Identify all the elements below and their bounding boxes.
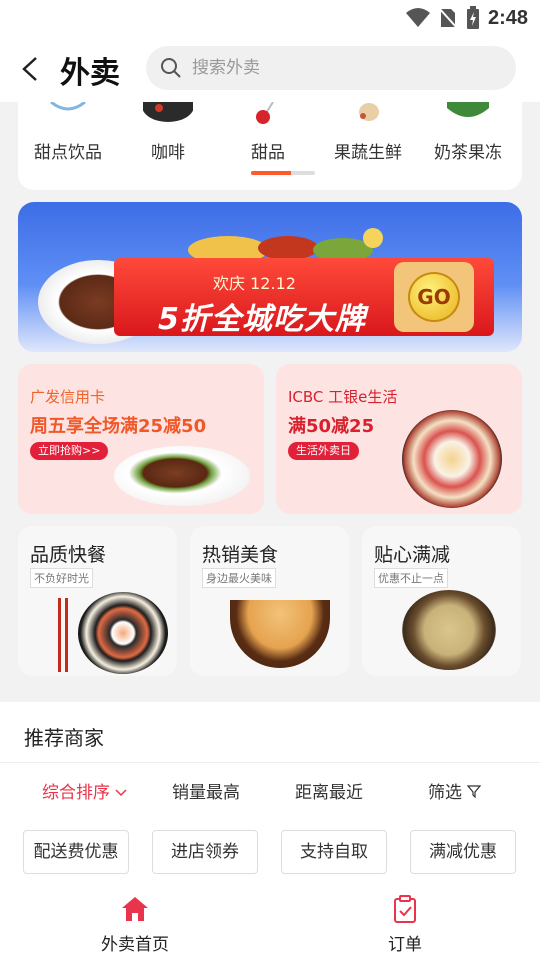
- category-item[interactable]: 奶茶果冻: [418, 102, 518, 190]
- category-label: 甜点饮品: [34, 143, 102, 163]
- go-button-label: GO: [408, 272, 460, 322]
- feature-title: 热销美食: [202, 544, 279, 566]
- sushi-platter-image: [78, 592, 168, 674]
- home-icon: [122, 897, 148, 921]
- delivery-day-tag[interactable]: 生活外卖日: [288, 442, 359, 460]
- banner-subtitle: 欢庆 12.12: [213, 274, 296, 293]
- category-label: 果蔬生鲜: [334, 143, 402, 163]
- produce-thumbnail: [343, 102, 393, 124]
- nav-home[interactable]: 外卖首页: [0, 888, 270, 960]
- category-label: 咖啡: [151, 143, 185, 163]
- promo-card-gdb[interactable]: 广发信用卡 周五享全场满25减50 立即抢购>>: [18, 364, 264, 514]
- dessert-thumbnail: [243, 101, 293, 124]
- filter-label: 筛选: [428, 783, 462, 803]
- feature-subtitle: 不负好时光: [30, 568, 93, 588]
- search-input[interactable]: [192, 46, 492, 90]
- chip-delivery-fee[interactable]: 配送费优惠: [23, 830, 129, 874]
- chevron-left-icon: [22, 57, 37, 81]
- header: 外卖: [0, 36, 540, 102]
- filter-button[interactable]: 筛选: [428, 778, 482, 803]
- platter-image: [402, 410, 502, 508]
- chip-self-pickup[interactable]: 支持自取: [281, 830, 387, 874]
- scroll-indicator-fill: [251, 171, 291, 175]
- feature-subtitle: 身边最火美味: [202, 568, 276, 588]
- page-title: 外卖: [60, 56, 120, 91]
- drink-thumbnail: [43, 100, 93, 124]
- nav-orders[interactable]: 订单: [270, 888, 540, 960]
- category-label: 奶茶果冻: [434, 143, 502, 163]
- category-item[interactable]: 果蔬生鲜: [318, 102, 418, 190]
- feature-card-hot-food[interactable]: 热销美食 身边最火美味: [190, 526, 349, 676]
- category-scroll-indicator: [251, 171, 315, 175]
- chopsticks-image: [58, 598, 68, 672]
- promo-headline: 周五享全场满25减50: [30, 416, 207, 437]
- category-label: 甜品: [251, 143, 285, 163]
- coffee-thumbnail: [142, 90, 194, 124]
- category-card: 甜点饮品 咖啡 甜品 果蔬生鲜 奶茶果冻: [18, 90, 522, 190]
- clipboard-check-icon: [394, 895, 416, 923]
- promo-kicker: ICBC 工银e生活: [288, 388, 398, 406]
- chip-discount[interactable]: 满减优惠: [410, 830, 516, 874]
- status-bar: 2:48: [0, 0, 540, 36]
- feature-title: 品质快餐: [30, 544, 107, 566]
- category-item[interactable]: 甜点饮品: [18, 100, 118, 190]
- feature-card-quality-meal[interactable]: 品质快餐 不负好时光: [18, 526, 177, 676]
- wifi-icon: [405, 8, 430, 27]
- sort-comprehensive[interactable]: 综合排序: [42, 778, 127, 803]
- promo-banner[interactable]: 欢庆 12.12 5折全城吃大牌 GO: [18, 202, 522, 352]
- no-sim-icon: [438, 7, 458, 29]
- promo-card-icbc[interactable]: ICBC 工银e生活 满50减25 生活外卖日: [276, 364, 522, 514]
- feature-card-discount[interactable]: 贴心满减 优惠不止一点: [362, 526, 521, 676]
- banner-title: 5折全城吃大牌: [158, 302, 366, 337]
- sort-distance[interactable]: 距离最近: [295, 778, 363, 803]
- chip-coupon[interactable]: 进店领券: [152, 830, 258, 874]
- search-icon: [161, 58, 181, 78]
- feature-title: 贴心满减: [374, 544, 451, 566]
- sort-sales[interactable]: 销量最高: [172, 778, 240, 803]
- food-illustration: [188, 228, 383, 260]
- chevron-down-icon: [115, 789, 127, 797]
- back-button[interactable]: [16, 54, 46, 84]
- nav-label: 外卖首页: [101, 935, 169, 955]
- category-item[interactable]: 咖啡: [118, 90, 218, 190]
- battery-charging-icon: [466, 6, 479, 29]
- status-time: 2:48: [487, 6, 528, 29]
- steak-salad-image: [114, 446, 250, 506]
- buy-now-tag[interactable]: 立即抢购>>: [30, 442, 109, 460]
- bottom-nav: 外卖首页 订单: [0, 888, 540, 960]
- nav-label: 订单: [388, 935, 422, 955]
- feature-subtitle: 优惠不止一点: [374, 568, 448, 588]
- recommend-title: 推荐商家: [24, 726, 104, 750]
- go-button[interactable]: GO: [394, 262, 474, 332]
- status-icons: 2:48: [405, 6, 528, 30]
- noodle-bowl-image: [230, 600, 330, 668]
- promo-headline: 满50减25: [288, 416, 375, 437]
- divider: [0, 762, 540, 763]
- search-box[interactable]: [146, 46, 516, 90]
- soup-pot-image: [402, 590, 496, 670]
- bubble-tea-thumbnail: [443, 102, 493, 124]
- sort-label: 综合排序: [42, 783, 110, 803]
- promo-kicker: 广发信用卡: [30, 388, 106, 406]
- category-item[interactable]: 甜品: [218, 101, 318, 190]
- filter-icon: [467, 785, 482, 799]
